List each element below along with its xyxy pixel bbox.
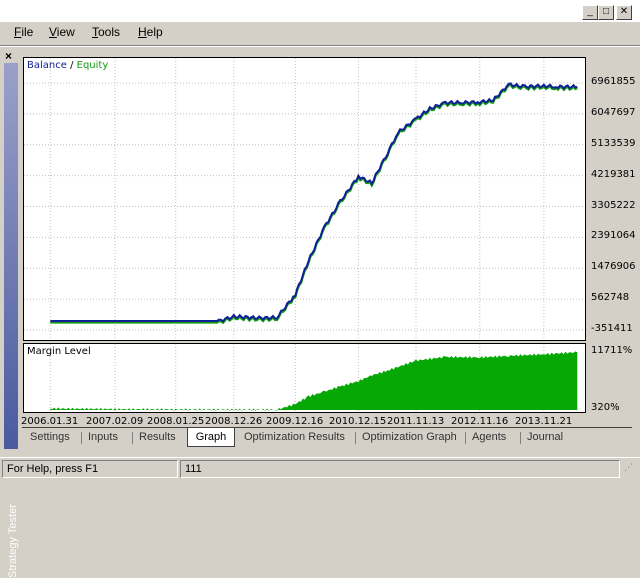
equity-line: [50, 83, 578, 325]
y-tick-label: -351411: [591, 323, 633, 334]
y-tick-label: 5133539: [591, 137, 636, 149]
x-tick-label: 2013.11.21: [515, 416, 573, 427]
margin-y-tick-top: 11711%: [591, 345, 633, 356]
status-help-text: For Help, press F1: [2, 460, 178, 478]
tab-agents[interactable]: Agents: [472, 431, 506, 443]
tab-optimization-graph[interactable]: Optimization Graph: [362, 431, 457, 443]
minimize-button[interactable]: _: [582, 5, 598, 20]
menu-tools-label: ools: [98, 25, 121, 39]
tab-separator: [355, 432, 356, 444]
tab-results[interactable]: Results: [139, 431, 176, 443]
y-tick-label: 562748: [591, 292, 630, 304]
y-tick-label: 1476906: [591, 261, 636, 273]
close-panel-icon[interactable]: ×: [5, 50, 12, 62]
margin-level-chart: [23, 343, 586, 413]
sidebar-title: Strategy Tester: [7, 504, 19, 578]
x-tick-label: 2012.11.16: [451, 416, 509, 427]
y-tick-label: 6961855: [591, 76, 636, 87]
tab-graph[interactable]: Graph: [187, 428, 235, 447]
tab-separator: [132, 432, 133, 444]
menu-help-label: elp: [146, 25, 163, 39]
menu-view-mnemonic: V: [49, 25, 57, 39]
x-tick-label: 2010.12.15: [329, 416, 387, 427]
tab-optimization-results[interactable]: Optimization Results: [244, 431, 345, 443]
menu-view-label: iew: [56, 25, 75, 39]
tab-inputs[interactable]: Inputs: [88, 431, 118, 443]
maximize-button[interactable]: □: [598, 5, 614, 20]
menu-help[interactable]: Help: [138, 25, 163, 39]
x-tick-label: 2011.11.13: [387, 416, 445, 427]
balance-equity-plot: [24, 58, 585, 340]
chart-legend: Balance / Equity: [27, 60, 108, 71]
tab-settings[interactable]: Settings: [30, 431, 70, 443]
close-button[interactable]: ✕: [616, 5, 632, 20]
y-tick-label: 3305222: [591, 199, 636, 211]
x-tick-label: 2007.02.09: [86, 416, 144, 427]
x-tick-label: 2008.12.26: [205, 416, 263, 427]
status-value: 111: [180, 460, 620, 478]
margin-y-tick-bottom: 320%: [591, 402, 620, 413]
menu-tools[interactable]: Tools: [92, 25, 120, 39]
menu-divider-highlight: [0, 46, 640, 47]
legend-balance: Balance: [27, 60, 67, 71]
margin-level-area: [50, 351, 578, 411]
title-bar: [0, 0, 640, 22]
resize-grip-icon[interactable]: ⋰: [624, 463, 636, 476]
balance-equity-chart: [23, 57, 586, 341]
menu-file-label: ile: [21, 25, 34, 39]
margin-level-plot: [49, 344, 578, 412]
margin-level-title: Margin Level: [27, 346, 91, 357]
x-tick-label: 2008.01.25: [147, 416, 205, 427]
tab-separator: [81, 432, 82, 444]
menu-view[interactable]: View: [49, 25, 75, 39]
balance-line: [50, 82, 578, 323]
menu-help-mnemonic: H: [138, 25, 147, 39]
y-tick-label: 2391064: [591, 230, 636, 242]
legend-equity: Equity: [76, 60, 109, 71]
tab-strip-line: [22, 427, 632, 428]
y-tick-label: 4219381: [591, 168, 636, 180]
tab-journal[interactable]: Journal: [527, 431, 563, 443]
menu-file[interactable]: File: [14, 25, 33, 39]
x-tick-label: 2009.12.16: [266, 416, 324, 427]
tab-separator: [520, 432, 521, 444]
tab-separator: [465, 432, 466, 444]
legend-separator: /: [66, 60, 77, 71]
x-tick-label: 2006.01.31: [21, 416, 79, 427]
y-tick-label: 6047697: [591, 106, 636, 118]
